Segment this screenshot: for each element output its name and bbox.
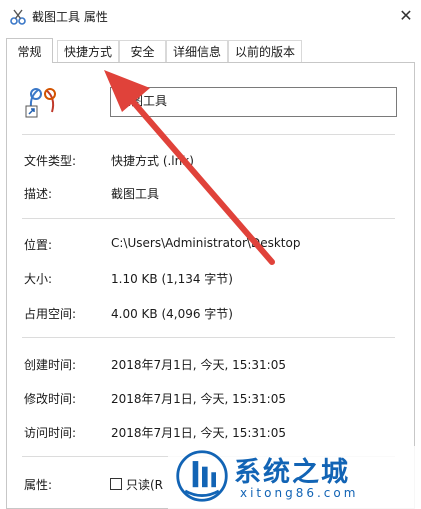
readonly-checkbox[interactable] [110, 478, 122, 490]
tab-details[interactable]: 详细信息 [166, 40, 228, 62]
modified-label: 修改时间: [24, 392, 77, 406]
readonly-label[interactable]: 只读(R [126, 476, 163, 493]
size-label: 大小: [24, 272, 53, 286]
shortcut-file-icon [25, 88, 56, 118]
tab-security[interactable]: 安全 [119, 40, 166, 62]
title-bar: 截图工具 属性 ✕ [0, 0, 421, 32]
tab-previous-versions[interactable]: 以前的版本 [228, 40, 302, 62]
location-value: C:\Users\Administrator\Desktop [111, 236, 301, 250]
watermark: 系统之城 xitong86.com [168, 446, 421, 509]
attributes-label: 属性: [24, 478, 53, 492]
description-value: 截图工具 [111, 187, 160, 201]
divider [22, 134, 395, 135]
location-label: 位置: [24, 238, 53, 252]
snipping-tool-icon [10, 9, 26, 25]
created-label: 创建时间: [24, 358, 77, 372]
type-label: 文件类型: [24, 154, 77, 168]
watermark-logo [176, 450, 228, 502]
type-value: 快捷方式 (.lnk) [111, 154, 194, 168]
watermark-url: xitong86.com [240, 486, 359, 500]
description-label: 描述: [24, 187, 53, 201]
disk-size-label: 占用空间: [24, 307, 77, 321]
divider [22, 337, 395, 338]
disk-size-value: 4.00 KB (4,096 字节) [111, 307, 233, 321]
divider [22, 218, 395, 219]
window-title: 截图工具 属性 [32, 10, 108, 24]
size-value: 1.10 KB (1,134 字节) [111, 272, 233, 286]
close-button[interactable]: ✕ [391, 0, 421, 30]
close-icon: ✕ [399, 5, 413, 25]
accessed-value: 2018年7月1日, 今天, 15:31:05 [111, 426, 286, 440]
tab-general[interactable]: 常规 [6, 38, 53, 63]
tab-shortcut[interactable]: 快捷方式 [57, 40, 119, 62]
name-field[interactable]: 截图工具 [110, 87, 397, 117]
accessed-label: 访问时间: [24, 426, 77, 440]
created-value: 2018年7月1日, 今天, 15:31:05 [111, 358, 286, 372]
watermark-title: 系统之城 [234, 457, 350, 488]
modified-value: 2018年7月1日, 今天, 15:31:05 [111, 392, 286, 406]
